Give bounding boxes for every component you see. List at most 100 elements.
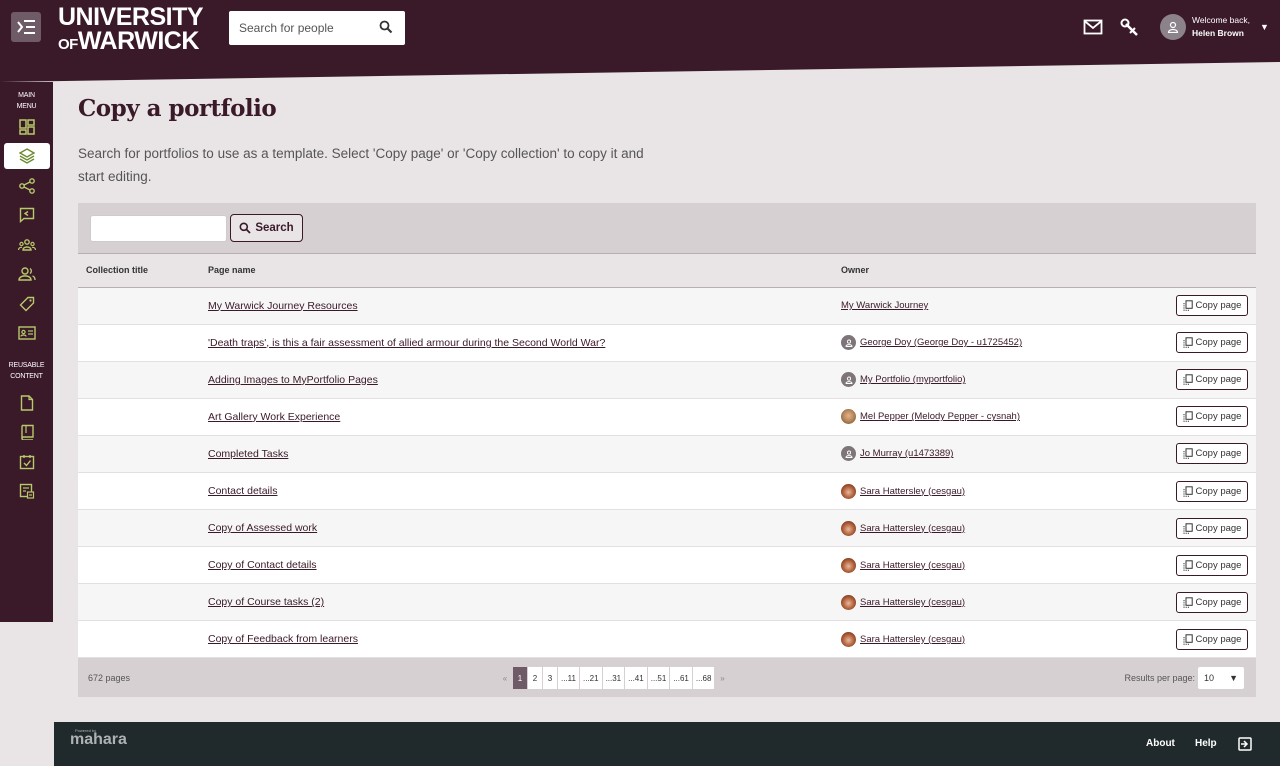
page-link[interactable]: Copy of Contact details: [208, 559, 317, 571]
sidebar-item-people[interactable]: [0, 260, 53, 290]
cell-page-name: Copy of Course tasks (2): [200, 583, 833, 622]
cell-page-name: Contact details: [200, 472, 833, 511]
pagination-page[interactable]: ...61: [670, 667, 693, 690]
owner-link[interactable]: Sara Hattersley (cesgau): [860, 486, 965, 497]
page-link[interactable]: My Warwick Journey Resources: [208, 300, 358, 312]
copy-page-button[interactable]: Copy page: [1176, 406, 1248, 428]
sidebar-item-dashboard[interactable]: [0, 112, 53, 142]
sidebar-item-plans[interactable]: [0, 477, 53, 507]
pagination-next[interactable]: »: [715, 667, 731, 690]
owner-link[interactable]: Sara Hattersley (cesgau): [860, 560, 965, 571]
page-link[interactable]: 'Death traps', is this a fair assessment…: [208, 337, 605, 349]
cell-collection-title: [78, 324, 200, 362]
sidebar-item-share[interactable]: [0, 171, 53, 201]
chevron-down-icon: ▼: [1229, 673, 1238, 684]
table-body: My Warwick Journey Resources My Warwick J…: [78, 287, 1256, 659]
pagination-page[interactable]: ...51: [647, 667, 671, 690]
pagination-page[interactable]: 1: [513, 667, 528, 690]
owner-link[interactable]: George Doy (George Doy - u1725452): [860, 337, 1022, 348]
people-search-input[interactable]: [239, 21, 369, 35]
cell-actions: Copy page: [1125, 472, 1256, 511]
pagination-prev[interactable]: «: [498, 667, 513, 690]
pagination-bar: 672 pages «1 2 3 ...11 ...21 ...31 ...41 ...51.…: [78, 658, 1256, 698]
wrench-icon[interactable]: [1120, 18, 1140, 43]
sign-in-icon[interactable]: [1238, 737, 1252, 756]
sidebar-item-create[interactable]: [0, 142, 53, 172]
sidebar-item-files[interactable]: [0, 388, 53, 418]
cell-owner: My Portfolio (myportfolio): [833, 361, 1126, 399]
portfolio-search-input[interactable]: [90, 214, 227, 242]
share-icon: [18, 177, 35, 194]
copy-page-button[interactable]: Copy page: [1176, 517, 1248, 539]
copy-page-button[interactable]: Copy page: [1176, 443, 1248, 465]
owner-link[interactable]: Jo Murray (u1473389): [860, 448, 953, 459]
sidebar-item-profile[interactable]: [0, 319, 53, 349]
owner-link[interactable]: Mel Pepper (Melody Pepper - cysnah): [860, 411, 1020, 422]
owner-link[interactable]: My Portfolio (myportfolio): [860, 374, 966, 385]
chevron-down-icon[interactable]: ▼: [1260, 22, 1269, 32]
user-greeting: Welcome back, Helen Brown: [1192, 14, 1250, 40]
copy-icon: [1183, 411, 1193, 423]
pagination-page[interactable]: ...31: [602, 667, 626, 690]
sidebar-item-checklists[interactable]: [0, 447, 53, 477]
copy-page-button[interactable]: Copy page: [1176, 480, 1248, 502]
copy-page-button[interactable]: Copy page: [1176, 591, 1248, 613]
user-icon: [845, 450, 852, 458]
page-link[interactable]: Copy of Feedback from learners: [208, 633, 358, 645]
pagination: «1 2 3 ...11 ...21 ...31 ...41 ...51 ...61 ...68»: [498, 667, 731, 690]
footer-link-help[interactable]: Help: [1195, 738, 1217, 749]
copy-page-button[interactable]: Copy page: [1176, 332, 1248, 354]
owner-link[interactable]: Sara Hattersley (cesgau): [860, 634, 965, 645]
table-row: Copy of Assessed work Sara Hattersley (ce…: [78, 509, 1256, 548]
cell-owner: Mel Pepper (Melody Pepper - cysnah): [833, 398, 1126, 436]
university-logo[interactable]: UNIVERSITY OFWARWICK: [58, 5, 204, 54]
copy-page-button[interactable]: Copy page: [1176, 295, 1248, 317]
mail-icon[interactable]: [1083, 18, 1103, 41]
header-page-name[interactable]: Page name: [200, 254, 833, 288]
sidebar-item-journals[interactable]: [0, 418, 53, 448]
page-link[interactable]: Adding Images to MyPortfolio Pages: [208, 374, 378, 386]
sidebar-item-tags[interactable]: [0, 289, 53, 319]
page-link[interactable]: Copy of Course tasks (2): [208, 596, 324, 608]
copy-page-label: Copy page: [1195, 448, 1242, 460]
groups-icon: [17, 238, 36, 251]
pagination-page[interactable]: ...41: [625, 667, 648, 690]
copy-page-button[interactable]: Copy page: [1176, 628, 1248, 650]
owner-avatar: [841, 520, 856, 536]
pagination-page[interactable]: ...68: [692, 667, 716, 690]
results-per-page: Results per page: 10 ▼: [1124, 667, 1244, 690]
owner-link[interactable]: Sara Hattersley (cesgau): [860, 597, 965, 608]
owner-link[interactable]: Sara Hattersley (cesgau): [860, 523, 965, 534]
user-menu[interactable]: Welcome back, Helen Brown ▼: [1160, 14, 1269, 40]
page-link[interactable]: Copy of Assessed work: [208, 522, 317, 534]
sidebar-item-engage[interactable]: [0, 201, 53, 231]
search-bar: Search: [78, 203, 1256, 254]
cell-collection-title: [78, 583, 200, 622]
page-link[interactable]: Contact details: [208, 485, 277, 497]
copy-icon: [1183, 560, 1193, 571]
mahara-logo[interactable]: Powered by mahara: [70, 728, 127, 749]
copy-icon: [1183, 634, 1193, 645]
cell-collection-title: [78, 361, 200, 399]
page-link[interactable]: Completed Tasks: [208, 448, 288, 460]
search-icon[interactable]: [379, 20, 393, 39]
copy-page-button[interactable]: Copy page: [1176, 554, 1248, 576]
owner-link[interactable]: My Warwick Journey: [841, 300, 928, 311]
search-button[interactable]: Search: [230, 214, 303, 242]
footer-link-about[interactable]: About: [1146, 738, 1175, 749]
pagination-page[interactable]: ...21: [579, 667, 603, 690]
main-menu-toggle-button[interactable]: [11, 12, 41, 42]
copy-icon: [1183, 337, 1193, 348]
cell-actions: Copy page: [1125, 361, 1256, 399]
copy-page-button[interactable]: Copy page: [1176, 369, 1248, 391]
pagination-page[interactable]: 3: [543, 667, 558, 690]
header-collection-title[interactable]: Collection title: [78, 254, 200, 288]
pagination-page[interactable]: ...11: [558, 667, 580, 690]
page-link[interactable]: Art Gallery Work Experience: [208, 411, 340, 423]
sidebar-item-groups[interactable]: [0, 230, 53, 260]
results-per-page-select[interactable]: 10 ▼: [1198, 667, 1244, 690]
pagination-page[interactable]: 2: [528, 667, 543, 690]
cell-actions: Copy page: [1125, 287, 1256, 325]
header-owner[interactable]: Owner: [833, 254, 1126, 288]
table-row: Copy of Feedback from learners Sara Hatte…: [78, 620, 1256, 659]
